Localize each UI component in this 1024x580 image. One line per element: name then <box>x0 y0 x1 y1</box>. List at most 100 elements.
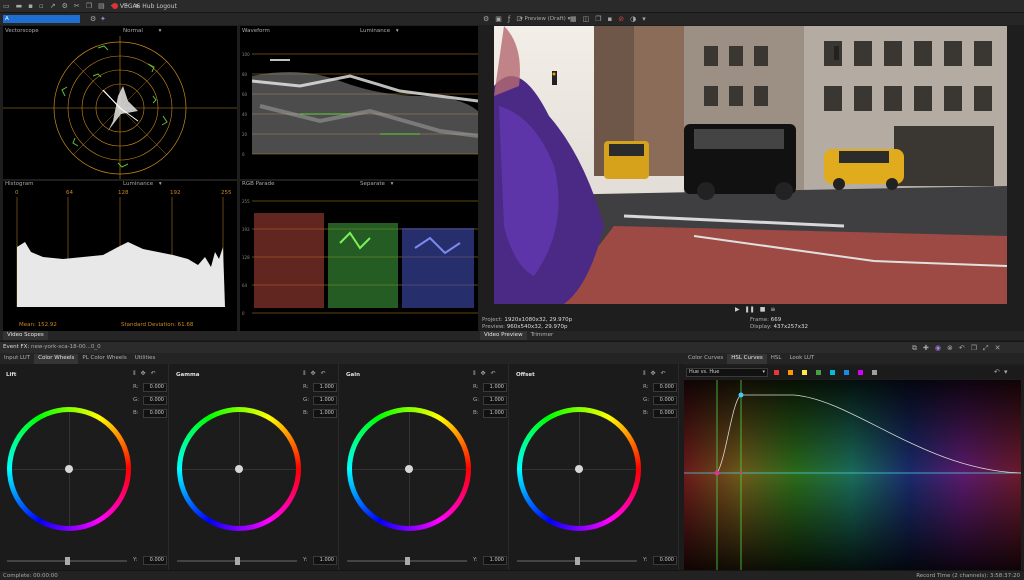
b-value-field[interactable]: 0.000 <box>653 409 677 418</box>
copy-icon[interactable]: ❐ <box>86 2 92 10</box>
cut-icon[interactable]: ✂ <box>74 2 80 10</box>
paste-icon[interactable]: ▤ <box>98 2 105 10</box>
pause-icon[interactable]: ❚❚ <box>745 306 755 313</box>
reset-icon[interactable]: ↶ <box>321 370 326 378</box>
g-value-field[interactable]: 1.000 <box>313 396 337 405</box>
copy-snapshot-icon[interactable]: ❐ <box>595 15 601 23</box>
overlay-icon[interactable]: ⊘ <box>618 15 624 23</box>
tab-video-preview[interactable]: Video Preview <box>480 331 527 340</box>
r-value-field[interactable]: 1.000 <box>483 383 507 392</box>
tab-hsl[interactable]: HSL <box>767 354 786 364</box>
g-value-field[interactable]: 0.000 <box>143 396 167 405</box>
r-value-field[interactable]: 1.000 <box>313 383 337 392</box>
wheel-center-handle[interactable] <box>65 465 73 473</box>
curve-point[interactable] <box>714 470 720 476</box>
g-value-field[interactable]: 0.000 <box>653 396 677 405</box>
render-icon[interactable]: ↗ <box>50 2 56 10</box>
gear-icon[interactable]: ⚙ <box>483 15 489 23</box>
channels-icon[interactable]: ◑ <box>630 15 636 23</box>
color-wheel[interactable] <box>7 407 131 531</box>
move-icon[interactable]: ✥ <box>651 370 656 378</box>
new-file-icon[interactable]: ▭ <box>3 2 10 10</box>
y-slider[interactable] <box>347 557 467 565</box>
b-value-field[interactable]: 0.000 <box>143 409 167 418</box>
y-value-field[interactable]: 1.000 <box>313 556 337 565</box>
color-channel-swatch[interactable] <box>858 370 863 375</box>
rgb-parade-mode-dropdown[interactable]: Separate ▾ <box>360 181 393 187</box>
stop-icon[interactable]: ■ <box>760 306 766 313</box>
color-wheel[interactable] <box>347 407 471 531</box>
chain-icon[interactable]: ⧉ <box>912 344 917 353</box>
color-wheel[interactable] <box>177 407 301 531</box>
histogram-mode-dropdown[interactable]: Luminance ▾ <box>123 181 162 187</box>
play-icon[interactable]: ▶ <box>735 306 740 313</box>
slider-thumb[interactable] <box>235 557 240 565</box>
fx-icon[interactable]: ✦ <box>100 15 106 23</box>
tab-color-wheels[interactable]: Color Wheels <box>34 354 79 364</box>
save-icon[interactable]: ▪ <box>28 2 33 10</box>
save-snapshot-icon[interactable]: ▪ <box>608 15 613 23</box>
wheel-center-handle[interactable] <box>405 465 413 473</box>
tab-trimmer[interactable]: Trimmer <box>527 331 558 340</box>
dropdown-icon[interactable]: ▾ <box>642 15 646 23</box>
g-value-field[interactable]: 1.000 <box>483 396 507 405</box>
color-channel-swatch[interactable] <box>844 370 849 375</box>
y-slider[interactable] <box>7 557 127 565</box>
color-channel-swatch[interactable] <box>774 370 779 375</box>
copy-icon[interactable]: ❐ <box>971 344 977 353</box>
grid-icon[interactable]: ▦ <box>570 15 577 23</box>
curve-preset-dropdown[interactable]: Hue vs. Hue ▾ <box>686 368 768 377</box>
tab-look-lut[interactable]: Look LUT <box>785 354 818 364</box>
tab-utilities[interactable]: Utilities <box>131 354 160 364</box>
y-slider[interactable] <box>517 557 637 565</box>
vectorscope-mode-dropdown[interactable]: Normal ▾ <box>123 28 161 34</box>
settings-icon[interactable]: ⚙ <box>90 15 96 23</box>
wheel-center-handle[interactable] <box>575 465 583 473</box>
color-channel-swatch[interactable] <box>872 370 877 375</box>
y-slider[interactable] <box>177 557 297 565</box>
color-picker-icon[interactable]: ⫴ <box>133 370 136 378</box>
tab-pl-color-wheels[interactable]: PL Color Wheels <box>78 354 130 364</box>
slider-thumb[interactable] <box>575 557 580 565</box>
reset-icon[interactable]: ↶ <box>994 368 1000 376</box>
vegas-hub-link[interactable]: VEGAS Hub Logout <box>112 3 177 10</box>
b-value-field[interactable]: 1.000 <box>483 409 507 418</box>
preview-settings-icon[interactable]: ▣ <box>495 15 502 23</box>
undo-icon[interactable]: ↶ <box>959 344 965 353</box>
chevron-down-icon[interactable]: ▾ <box>1004 368 1008 376</box>
open-folder-icon[interactable]: ▬ <box>16 2 23 10</box>
y-value-field[interactable]: 0.000 <box>143 556 167 565</box>
move-icon[interactable]: ✥ <box>481 370 486 378</box>
plugin-icon[interactable]: ✚ <box>923 344 929 353</box>
move-icon[interactable]: ✥ <box>141 370 146 378</box>
y-value-field[interactable]: 0.000 <box>653 556 677 565</box>
curve-point[interactable] <box>738 392 744 398</box>
y-value-field[interactable]: 1.000 <box>483 556 507 565</box>
preview-quality-dropdown[interactable]: ▾ Preview (Draft) ▾ <box>520 16 570 22</box>
reset-icon[interactable]: ↶ <box>661 370 666 378</box>
tab-hsl-curves[interactable]: HSL Curves <box>727 354 767 364</box>
hsl-curve-graph[interactable] <box>684 380 1021 570</box>
fx-icon[interactable]: ƒ <box>508 15 510 23</box>
fx-bypass-icon[interactable]: ◉ <box>935 344 941 353</box>
color-channel-swatch[interactable] <box>816 370 821 375</box>
r-value-field[interactable]: 0.000 <box>653 383 677 392</box>
color-channel-swatch[interactable] <box>802 370 807 375</box>
color-channel-swatch[interactable] <box>788 370 793 375</box>
save-as-icon[interactable]: ▫ <box>39 2 44 10</box>
r-value-field[interactable]: 0.000 <box>143 383 167 392</box>
color-picker-icon[interactable]: ⫴ <box>643 370 646 378</box>
tab-input-lut[interactable]: Input LUT <box>0 354 34 364</box>
wheel-center-handle[interactable] <box>235 465 243 473</box>
move-icon[interactable]: ✥ <box>311 370 316 378</box>
color-picker-icon[interactable]: ⫴ <box>473 370 476 378</box>
reset-icon[interactable]: ↶ <box>151 370 156 378</box>
split-icon[interactable]: ◫ <box>583 15 590 23</box>
track-name-field[interactable]: A <box>3 15 80 23</box>
color-wheel[interactable] <box>517 407 641 531</box>
slider-thumb[interactable] <box>65 557 70 565</box>
settings-icon[interactable]: ⚙ <box>62 2 68 10</box>
expand-icon[interactable]: ⤢ <box>983 344 989 353</box>
menu-icon[interactable]: ≡ <box>770 306 775 313</box>
tab-color-curves[interactable]: Color Curves <box>684 354 727 364</box>
